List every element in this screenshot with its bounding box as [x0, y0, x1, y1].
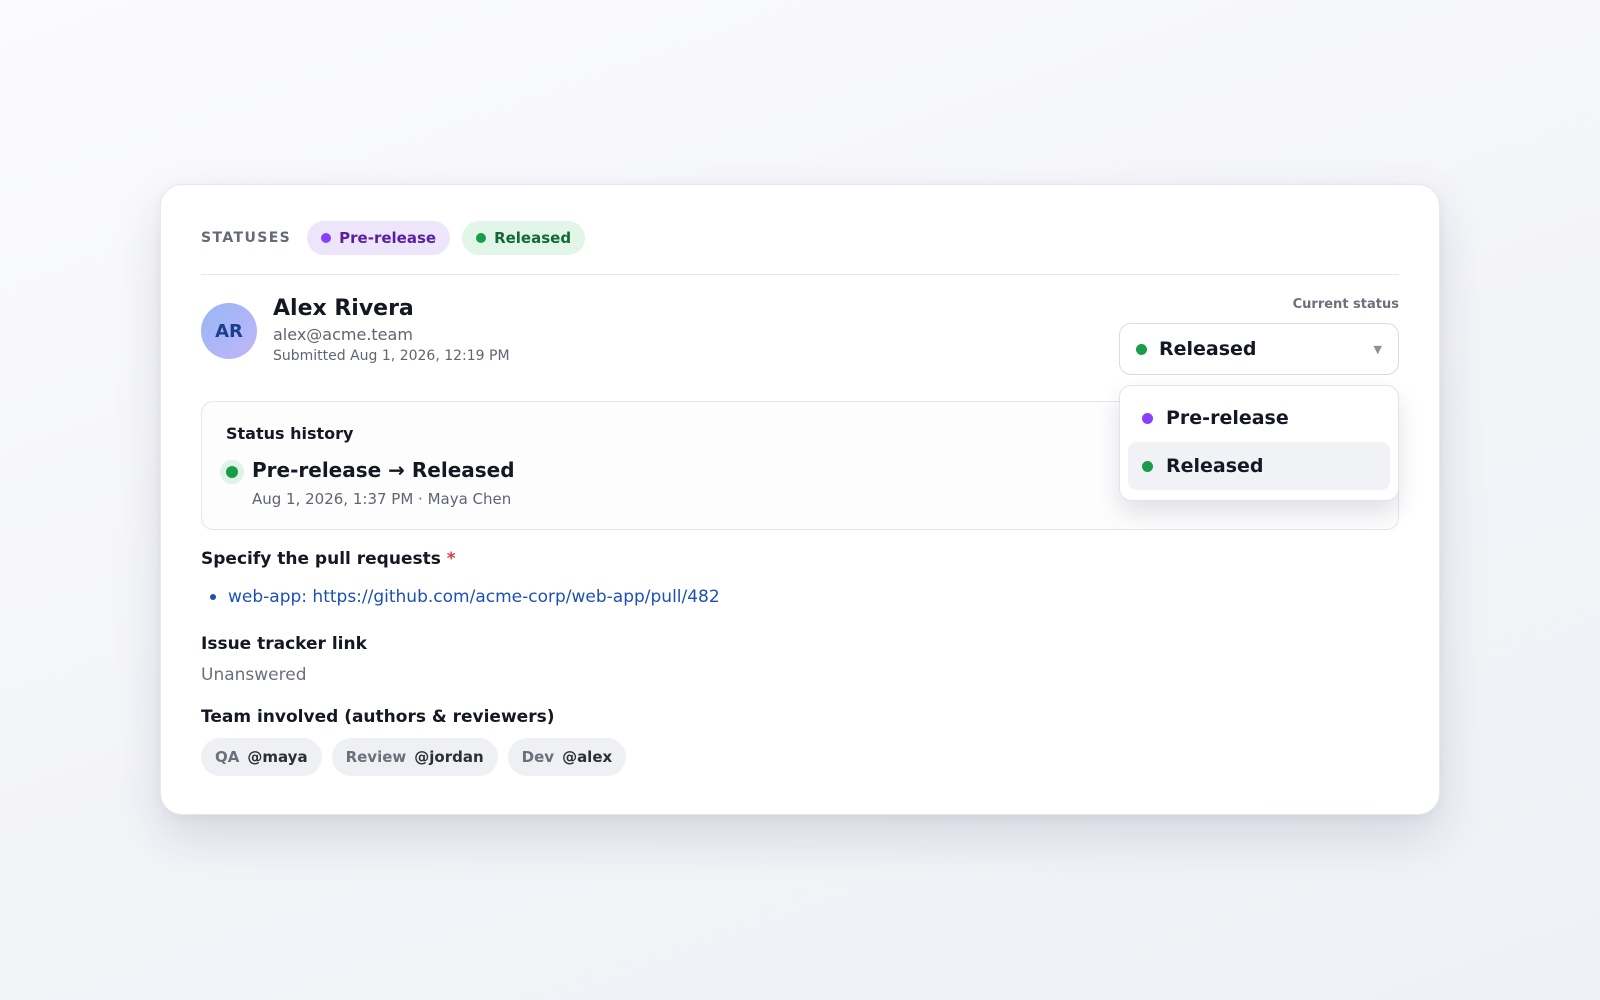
team-member-handle: @jordan — [414, 748, 484, 766]
team-member-chip: Review @jordan — [331, 738, 498, 776]
team-member-role: QA — [215, 748, 240, 766]
status-dropdown-menu: Pre-release Released — [1119, 385, 1399, 501]
submission-card: STATUSES Pre-release Released AR Alex Ri… — [160, 184, 1440, 815]
status-chip-label: Released — [494, 229, 572, 247]
statuses-row: STATUSES Pre-release Released — [201, 221, 1399, 255]
team-member-handle: @maya — [247, 748, 308, 766]
status-dot-icon — [321, 233, 332, 243]
status-option-label: Released — [1166, 455, 1264, 477]
user-email: alex@acme.team — [273, 325, 413, 344]
submitted-timestamp: Submitted Aug 1, 2026, 12:19 PM — [273, 348, 510, 364]
status-dot-icon — [1142, 412, 1153, 424]
team-involved-label: Team involved (authors & reviewers) — [201, 707, 555, 727]
chevron-down-icon: ▼ — [1373, 342, 1382, 356]
statuses-label: STATUSES — [201, 230, 292, 246]
current-status-select[interactable]: Released ▼ — [1119, 323, 1399, 375]
user-name: Alex Rivera — [273, 296, 414, 321]
current-status-label: Current status — [1292, 297, 1399, 312]
status-option-label: Pre-release — [1166, 407, 1289, 429]
status-dot-icon — [220, 460, 244, 484]
status-chip-pre-release: Pre-release — [307, 221, 451, 255]
history-entry-meta: Aug 1, 2026, 1:37 PM · Maya Chen — [252, 490, 512, 508]
status-dot-icon — [476, 233, 487, 243]
issue-tracker-label: Issue tracker link — [201, 634, 367, 654]
divider — [201, 274, 1399, 275]
status-option-released[interactable]: Released — [1128, 442, 1390, 490]
team-member-role: Dev — [521, 748, 555, 766]
bullet-icon — [210, 594, 216, 600]
status-dot-icon — [1142, 460, 1153, 472]
avatar: AR — [201, 303, 257, 359]
team-member-role: Review — [345, 748, 407, 766]
team-member-chip: QA @maya — [201, 738, 322, 776]
status-option-pre-release[interactable]: Pre-release — [1128, 394, 1390, 442]
status-chip-label: Pre-release — [339, 229, 437, 247]
list-item: web-app: https://github.com/acme-corp/we… — [201, 587, 720, 607]
status-chip-released: Released — [462, 221, 586, 255]
status-dot-icon — [1136, 343, 1147, 355]
pull-requests-label-text: Specify the pull requests — [201, 549, 441, 569]
pull-request-list: web-app: https://github.com/acme-corp/we… — [201, 587, 720, 607]
history-entry-change: Pre-release → Released — [252, 458, 515, 482]
current-status-value: Released — [1159, 338, 1257, 360]
status-history-title: Status history — [226, 424, 354, 443]
team-member-chip: Dev @alex — [507, 738, 627, 776]
pull-request-link[interactable]: web-app: https://github.com/acme-corp/we… — [228, 587, 720, 607]
required-marker: * — [446, 549, 456, 569]
pull-requests-label: Specify the pull requests * — [201, 549, 456, 569]
team-member-handle: @alex — [562, 748, 613, 766]
issue-tracker-answer: Unanswered — [201, 665, 307, 685]
team-members: QA @maya Review @jordan Dev @alex — [201, 738, 636, 776]
